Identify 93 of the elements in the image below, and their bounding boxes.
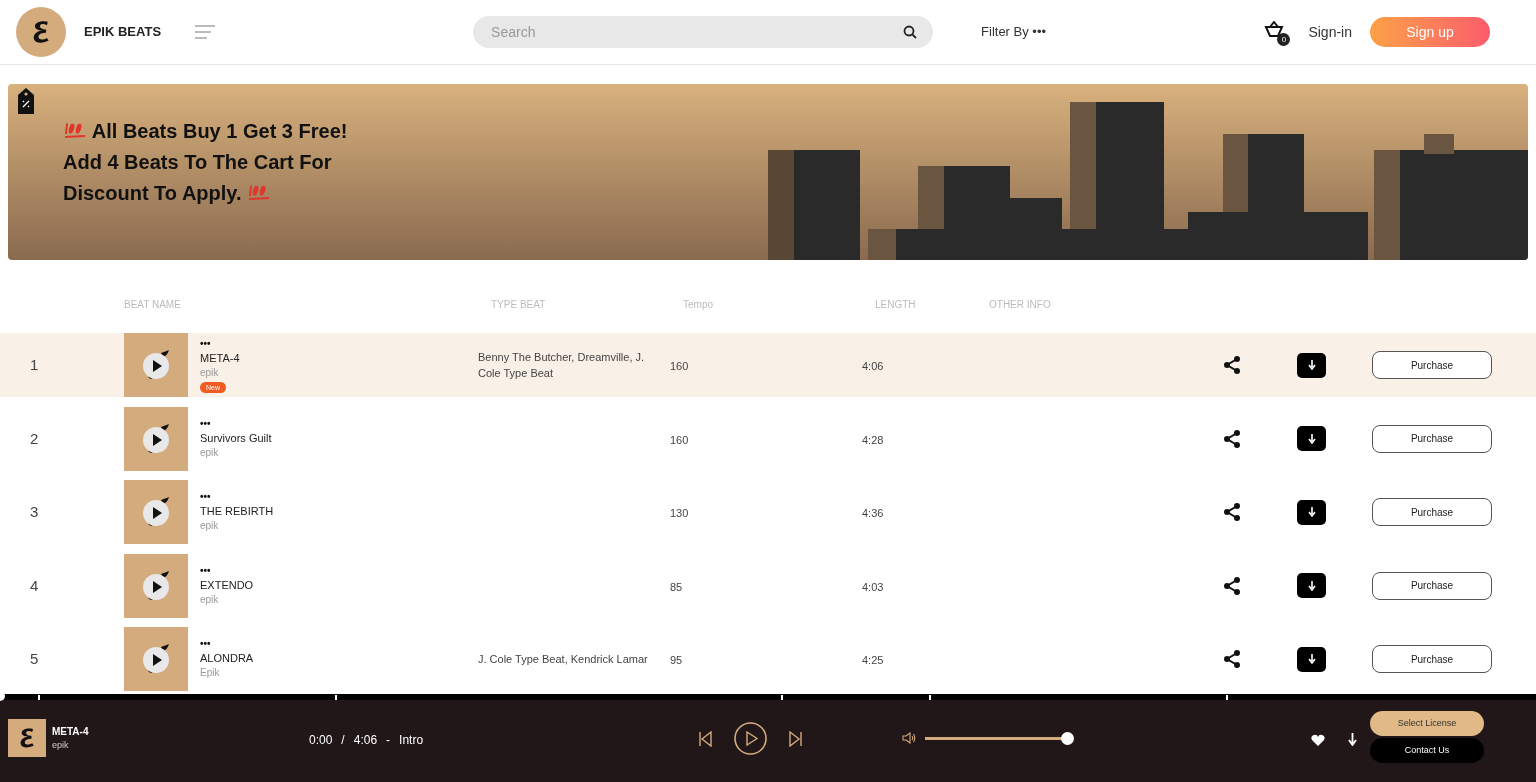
download-icon: [1307, 360, 1316, 370]
beat-title[interactable]: ALONDRA: [200, 650, 254, 667]
more-options[interactable]: •••: [200, 491, 211, 504]
artist-name: epik: [200, 592, 219, 607]
purchase-button[interactable]: Purchase: [1372, 498, 1492, 527]
more-options[interactable]: •••: [200, 417, 211, 430]
progress-track[interactable]: [0, 694, 1536, 700]
track-title: META-4: [52, 724, 89, 739]
row-number: 3: [30, 503, 39, 521]
tempo-text: 85: [670, 580, 683, 593]
length-text: 4:25: [862, 654, 884, 667]
artist-name: epik: [200, 445, 219, 460]
more-options[interactable]: •••: [200, 638, 211, 651]
purchase-button[interactable]: Purchase: [1372, 424, 1492, 453]
artist-name: epik: [200, 365, 219, 380]
length-text: 4:06: [862, 360, 884, 372]
beat-title[interactable]: Survivors Guilt: [200, 429, 272, 446]
beat-thumbnail[interactable]: [124, 333, 188, 397]
promo-text: Discount To Apply.: [63, 178, 348, 209]
share-icon[interactable]: [1222, 502, 1242, 523]
artist-name: epik: [200, 519, 219, 534]
length-text: 4:36: [862, 507, 884, 520]
duration: 4:06: [353, 732, 378, 749]
purchase-button[interactable]: Purchase: [1372, 571, 1492, 600]
beat-title[interactable]: META-4: [200, 349, 240, 366]
beat-thumbnail[interactable]: [124, 553, 188, 618]
download-button[interactable]: [1297, 499, 1326, 525]
discount-tag-icon: [18, 88, 34, 114]
share-icon[interactable]: [1222, 575, 1242, 596]
share-icon[interactable]: [1222, 649, 1242, 670]
row-number: 5: [30, 650, 39, 668]
beat-title[interactable]: THE REBIRTH: [200, 503, 274, 520]
track-artist: epik: [52, 738, 70, 752]
search-field[interactable]: Search: [473, 16, 934, 48]
section-name: Intro: [399, 732, 424, 749]
beat-thumbnail[interactable]: [124, 406, 188, 471]
hundred-points-icon: [63, 120, 87, 140]
beat-thumbnail[interactable]: [124, 480, 188, 545]
volume-slider[interactable]: [925, 732, 1074, 745]
download-icon: [1307, 433, 1316, 444]
purchase-button[interactable]: Purchase: [1372, 351, 1492, 379]
section-separator: -: [386, 732, 391, 749]
brand-logo[interactable]: [16, 7, 66, 57]
row-number: 2: [30, 429, 39, 447]
time-separator: /: [341, 732, 345, 749]
sign-in-link[interactable]: Sign-in: [1308, 21, 1352, 43]
elapsed-time: 0:00: [309, 732, 333, 749]
column-header: Tempo: [683, 299, 713, 310]
download-icon[interactable]: [1348, 733, 1357, 746]
type-beat-text: J. Cole Type Beat, Kendrick Lamar: [478, 652, 649, 668]
tempo-text: 160: [670, 360, 689, 372]
download-button[interactable]: [1297, 426, 1326, 452]
download-button[interactable]: [1297, 573, 1326, 599]
download-button[interactable]: [1297, 646, 1326, 672]
select-license-button[interactable]: Select License: [1370, 711, 1484, 736]
column-header: BEAT NAME: [124, 299, 181, 310]
brand-name[interactable]: EPIK BEATS: [84, 22, 162, 42]
download-icon: [1307, 507, 1316, 518]
column-header: LENGTH: [875, 299, 916, 310]
tempo-text: 130: [670, 507, 689, 520]
tempo-text: 160: [670, 433, 689, 446]
artist-name: Epik: [200, 666, 220, 681]
length-text: 4:03: [862, 580, 884, 593]
beat-thumbnail[interactable]: [124, 627, 188, 692]
more-options[interactable]: •••: [200, 337, 211, 350]
length-text: 4:28: [862, 433, 884, 446]
promo-text: All Beats Buy 1 Get 3 Free!: [63, 116, 348, 147]
volume-thumb[interactable]: [1061, 732, 1074, 745]
search-icon[interactable]: [903, 25, 918, 39]
previous-icon[interactable]: [698, 730, 712, 747]
play-icon[interactable]: [734, 722, 767, 755]
column-header: TYPE BEAT: [491, 299, 546, 310]
next-icon[interactable]: [789, 730, 803, 747]
cart-count: 0: [1277, 33, 1291, 46]
download-button[interactable]: [1297, 352, 1326, 378]
purchase-button[interactable]: Purchase: [1372, 645, 1492, 674]
tempo-text: 95: [670, 654, 683, 667]
volume-icon[interactable]: [902, 732, 916, 744]
type-beat-text: Benny The Butcher, Dreamville, J. Cole Type Beat: [478, 350, 646, 381]
share-icon[interactable]: [1222, 428, 1242, 449]
hundred-points-icon: [247, 182, 272, 202]
download-icon: [1307, 654, 1316, 665]
share-icon[interactable]: [1222, 355, 1242, 375]
promo-text: Add 4 Beats To The Cart For: [63, 150, 333, 175]
row-number: 1: [30, 356, 39, 373]
filter-menu[interactable]: Filter By •••: [981, 22, 1046, 42]
more-options[interactable]: •••: [200, 564, 211, 577]
download-icon: [1307, 580, 1316, 591]
contact-us-button[interactable]: Contact Us: [1370, 738, 1484, 763]
row-number: 4: [30, 576, 39, 594]
heart-icon[interactable]: [1311, 734, 1325, 746]
beat-title[interactable]: EXTENDO: [200, 576, 254, 593]
column-header: OTHER INFO: [989, 299, 1051, 310]
